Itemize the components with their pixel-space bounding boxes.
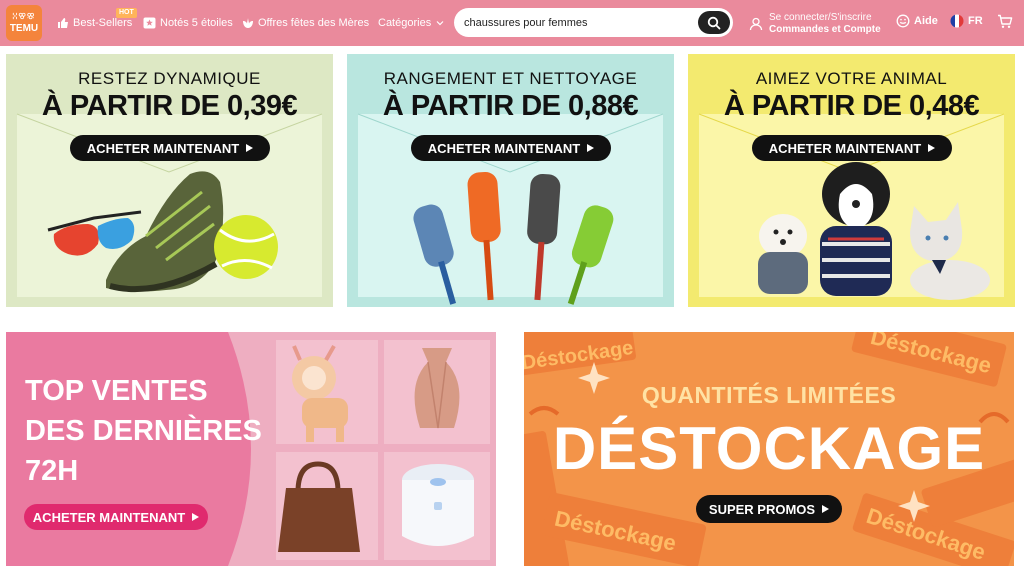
banner-sport[interactable]: RESTEZ DYNAMIQUE À PARTIR DE 0,39€ ACHET… <box>6 54 333 307</box>
nav-best-sellers-label: Best-Sellers <box>73 17 133 29</box>
promo-top-sales-line1: TOP VENTES <box>25 375 208 407</box>
banner-cleaning[interactable]: RANGEMENT ET NETTOYAGE À PARTIR DE 0,88€… <box>347 54 674 307</box>
clearance-subtitle: QUANTITÉS LIMITÉES <box>641 382 897 408</box>
search-bar <box>454 8 733 37</box>
nav-categories[interactable]: Catégories <box>378 15 445 31</box>
language-selector[interactable]: FR <box>950 14 983 28</box>
logo-glyphs: ꔘꕢꕣ <box>12 12 36 21</box>
nav-mothers-day[interactable]: Offres fêtes des Mères <box>242 15 369 31</box>
chevron-down-icon <box>436 21 444 26</box>
star-box-icon <box>143 17 156 29</box>
banner-pets[interactable]: AIMEZ VOTRE ANIMAL À PARTIR DE 0,48€ ACH… <box>688 54 1015 307</box>
nav-five-stars-label: Notés 5 étoiles <box>160 17 233 29</box>
pets-image <box>758 162 990 300</box>
help-button[interactable]: Aide <box>896 14 938 28</box>
thumbs-up-icon <box>58 18 68 28</box>
flag-fr-icon <box>950 14 964 28</box>
search-icon <box>707 16 721 29</box>
account-orders-label: Commandes et Compte <box>769 24 881 35</box>
cart-button[interactable] <box>997 14 1013 29</box>
smile-icon <box>896 14 910 28</box>
account-menu[interactable]: Se connecter/S'inscrire Commandes et Com… <box>749 11 881 37</box>
promo-top-sales[interactable]: TOP VENTES DES DERNIÈRES 72H ACHETER MAI… <box>6 332 496 566</box>
flower-icon <box>243 18 253 28</box>
cart-icon <box>998 14 1013 28</box>
language-label: FR <box>968 15 983 27</box>
top-header: ꔘꕢꕣ TEMU Best-Sellers HOT Notés 5 étoile… <box>0 0 1024 46</box>
temu-logo[interactable]: ꔘꕢꕣ TEMU <box>6 5 42 41</box>
promo-top-sales-line3: 72H <box>25 455 79 487</box>
nav-categories-label: Catégories <box>378 17 432 29</box>
clearance-title: DÉSTOCKAGE <box>552 415 986 482</box>
play-arrow-icon <box>192 513 200 521</box>
logo-text: TEMU <box>9 23 39 34</box>
promo-left-background <box>6 332 490 566</box>
sport-products-image <box>47 171 278 293</box>
promo-top-sales-cta[interactable]: ACHETER MAINTENANT <box>24 504 208 530</box>
help-label: Aide <box>914 15 938 27</box>
hot-badge: HOT <box>116 8 137 18</box>
account-signin-label: Se connecter/S'inscrire <box>769 12 872 23</box>
promo-top-sales-line2: DES DERNIÈRES <box>25 415 262 447</box>
play-arrow-icon <box>822 505 830 513</box>
cleaning-brushes-image <box>413 171 614 305</box>
clearance-cta[interactable]: SUPER PROMOS <box>696 495 842 523</box>
promo-top-sales-cta-label: ACHETER MAINTENANT <box>32 509 186 525</box>
search-button[interactable] <box>698 11 730 34</box>
user-icon <box>749 17 763 31</box>
search-input[interactable] <box>464 14 694 31</box>
clearance-cta-label: SUPER PROMOS <box>708 501 816 517</box>
nav-mothers-day-label: Offres fêtes des Mères <box>258 17 370 29</box>
promo-clearance[interactable]: Déstockage Déstockage Déstockage Déstock… <box>524 332 1014 566</box>
nav-five-stars[interactable]: Notés 5 étoiles <box>143 15 233 31</box>
